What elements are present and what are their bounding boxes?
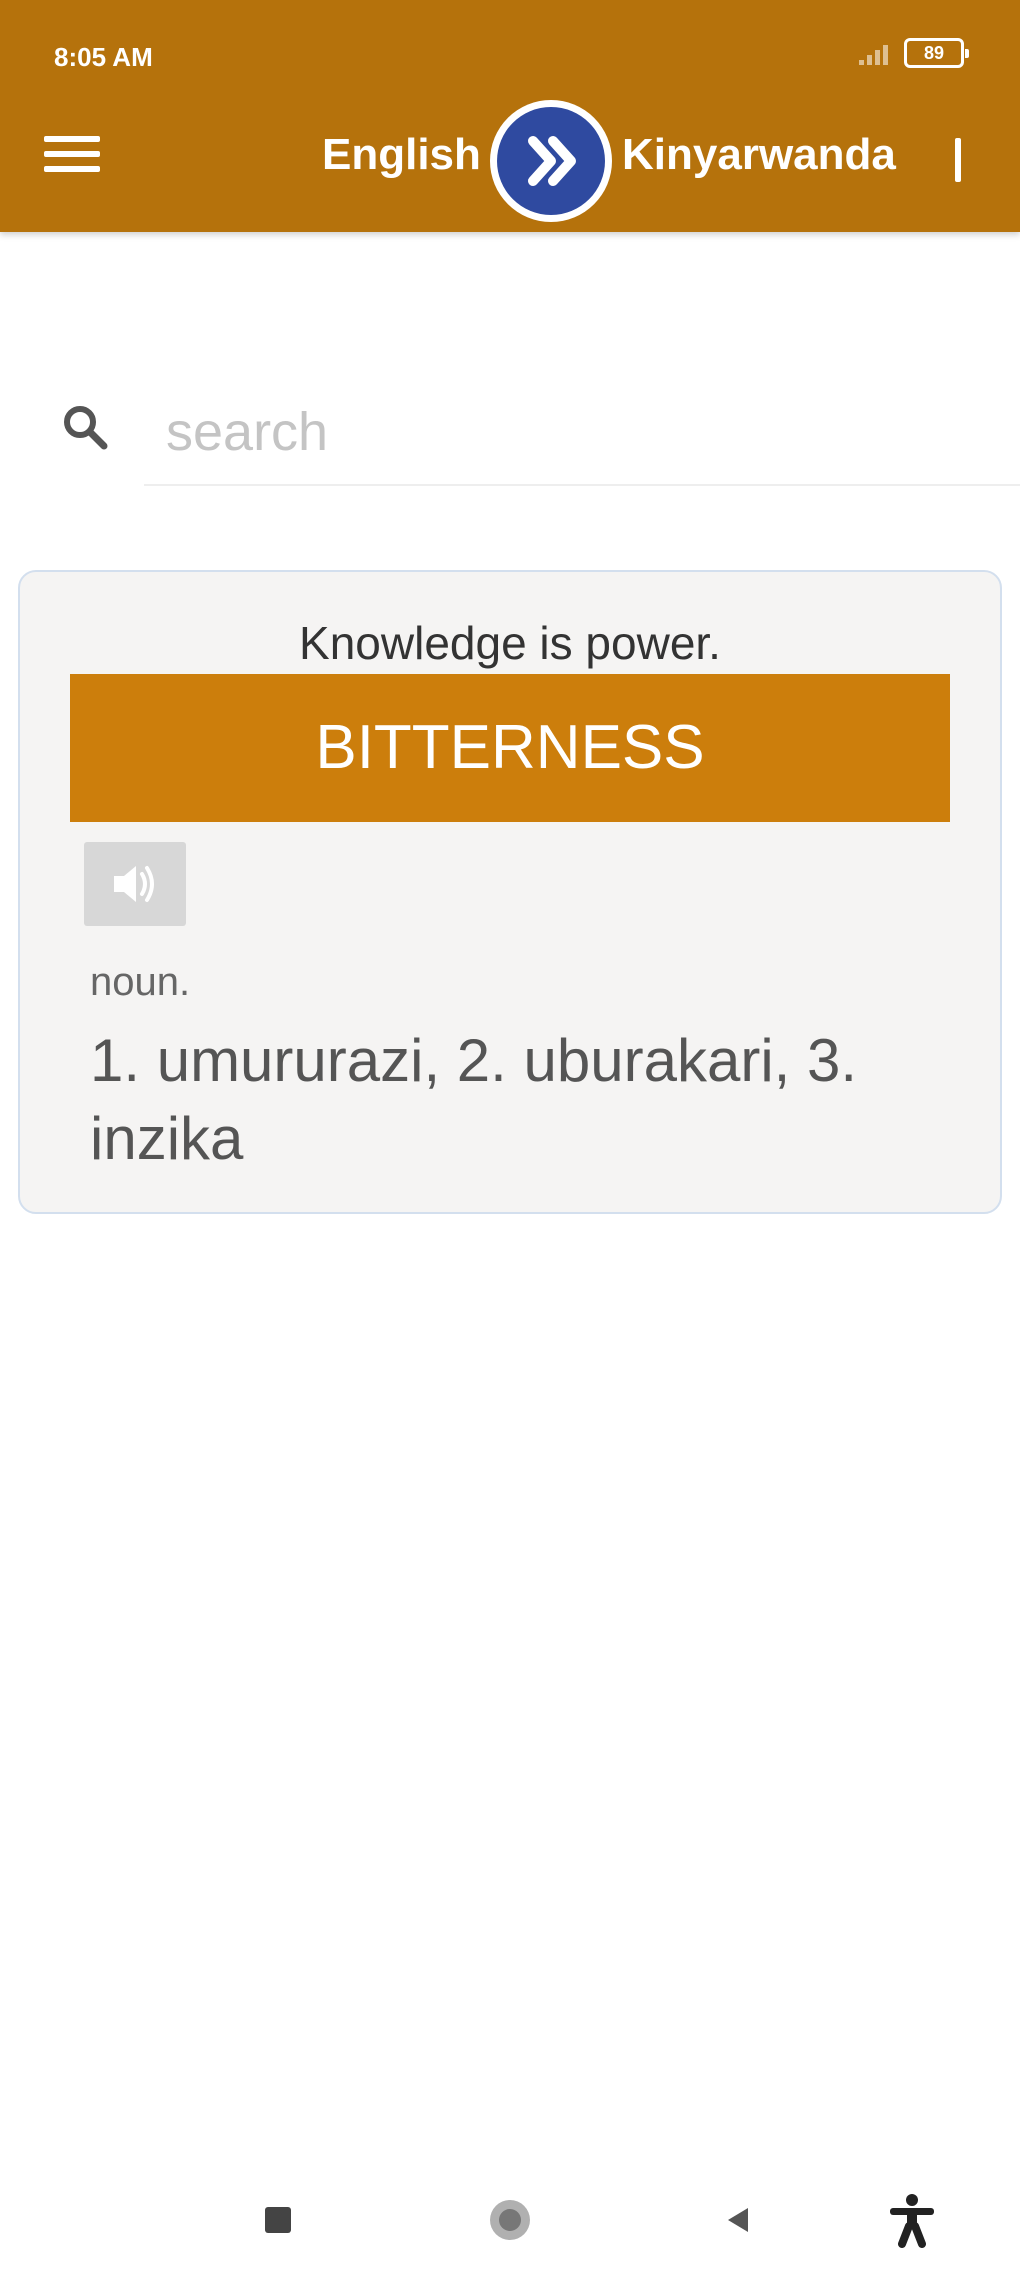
speak-button[interactable] <box>84 842 186 926</box>
part-of-speech: noun. <box>90 960 191 1004</box>
home-icon[interactable] <box>478 2188 542 2252</box>
status-time: 8:05 AM <box>54 42 153 72</box>
target-language[interactable]: Kinyarwanda <box>622 130 896 180</box>
hamburger-menu-icon[interactable] <box>44 136 100 180</box>
app-bar: 8:05 AM 89 English Kinyarwanda <box>0 0 1020 232</box>
quote-text: Knowledge is power. <box>299 617 721 669</box>
search-icon <box>58 400 114 456</box>
word-title: BITTERNESS <box>70 674 950 822</box>
accessibility-icon[interactable] <box>880 2188 944 2252</box>
signal-icon <box>859 41 888 65</box>
recents-icon[interactable] <box>246 2188 310 2252</box>
back-icon[interactable] <box>706 2188 770 2252</box>
swap-languages-button[interactable] <box>490 100 612 222</box>
battery-icon: 89 <box>904 38 969 68</box>
system-navigation-bar <box>0 2160 1020 2270</box>
speaker-icon <box>114 866 154 902</box>
source-language[interactable]: English <box>322 130 481 180</box>
translation-text: 1. umururazi, 2. uburakari, 3. inzika <box>90 1027 858 1172</box>
status-icons: 89 <box>859 38 969 68</box>
battery-level: 89 <box>923 43 945 63</box>
search-bar <box>40 380 1020 490</box>
word-card: Knowledge is power. BITTERNESS noun. 1. … <box>18 570 1002 1214</box>
search-input[interactable] <box>144 380 1020 486</box>
overflow-menu-icon[interactable] <box>950 136 966 184</box>
fast-forward-icon <box>497 107 605 215</box>
